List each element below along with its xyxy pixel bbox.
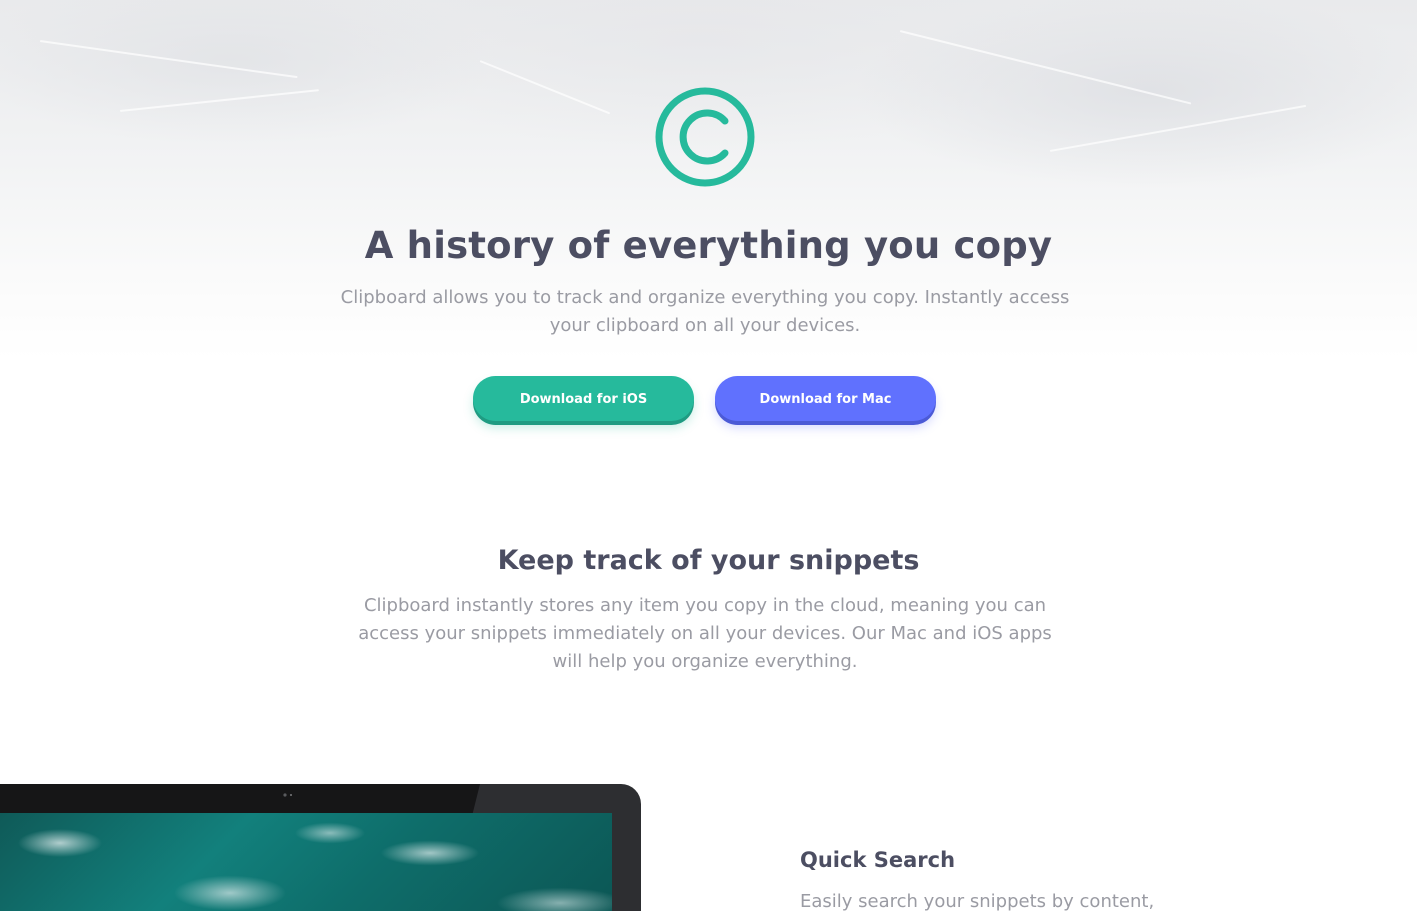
snippets-text: Clipboard instantly stores any item you … [358, 595, 1052, 672]
hero-subtitle: Clipboard allows you to track and organi… [340, 287, 1070, 336]
device-screen-ocean-image [0, 813, 612, 911]
snippets-title: Keep track of your snippets [497, 545, 920, 576]
background-texture [479, 60, 611, 115]
hero-title: A history of everything you copy [364, 224, 1053, 267]
background-texture [1049, 104, 1307, 152]
download-ios-button[interactable]: Download for iOS [473, 376, 694, 421]
background-texture [39, 40, 298, 79]
background-texture [119, 89, 320, 112]
camera-icon [283, 793, 292, 797]
landing-page: A history of everything you copy Clipboa… [0, 0, 1417, 911]
copyright-circle-icon [655, 87, 755, 187]
feature-title: Quick Search [800, 848, 956, 872]
download-mac-button[interactable]: Download for Mac [715, 376, 936, 421]
feature-text: Easily search your snippets by content, [800, 891, 1155, 911]
background-texture [899, 30, 1192, 105]
